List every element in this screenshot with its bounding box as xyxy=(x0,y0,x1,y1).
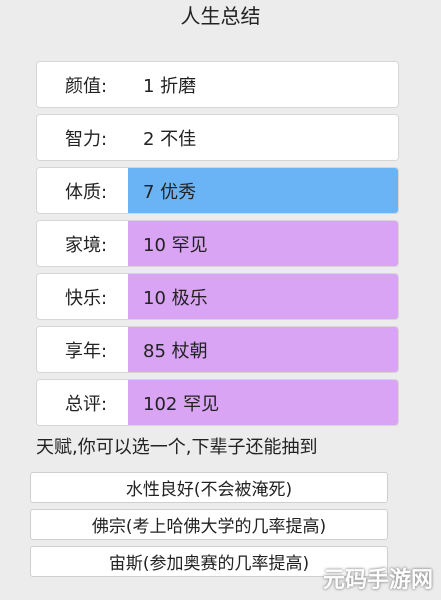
stat-label: 智力: xyxy=(37,115,128,160)
page-title: 人生总结 xyxy=(180,4,261,28)
stat-row-family: 家境: 10 罕见 xyxy=(36,220,399,267)
stat-value: 7 优秀 xyxy=(128,168,398,213)
stat-value: 85 杖朝 xyxy=(128,327,398,372)
stat-value: 102 罕见 xyxy=(128,380,398,425)
stat-label: 享年: xyxy=(37,327,128,372)
watermark-logo: 元码手游网 xyxy=(322,568,433,593)
stat-label: 颜值: xyxy=(37,62,128,107)
stat-value: 10 极乐 xyxy=(128,274,398,319)
stat-value: 10 罕见 xyxy=(128,221,398,266)
stat-row-overall: 总评: 102 罕见 xyxy=(36,379,399,426)
stat-value: 2 不佳 xyxy=(128,115,398,160)
talent-option-harvard[interactable]: 佛宗(考上哈佛大学的几率提高) xyxy=(30,509,388,540)
stat-row-intelligence: 智力: 2 不佳 xyxy=(36,114,399,161)
talent-option-swimming[interactable]: 水性良好(不会被淹死) xyxy=(30,472,388,503)
stat-label: 家境: xyxy=(37,221,128,266)
stat-label: 体质: xyxy=(37,168,128,213)
stat-row-constitution: 体质: 7 优秀 xyxy=(36,167,399,214)
stat-row-lifespan: 享年: 85 杖朝 xyxy=(36,326,399,373)
talent-prompt: 天赋,你可以选一个,下辈子还能抽到 xyxy=(36,437,318,458)
stat-label: 总评: xyxy=(37,380,128,425)
stat-value: 1 折磨 xyxy=(128,62,398,107)
stat-row-happiness: 快乐: 10 极乐 xyxy=(36,273,399,320)
stat-label: 快乐: xyxy=(37,274,128,319)
stat-row-appearance: 颜值: 1 折磨 xyxy=(36,61,399,108)
